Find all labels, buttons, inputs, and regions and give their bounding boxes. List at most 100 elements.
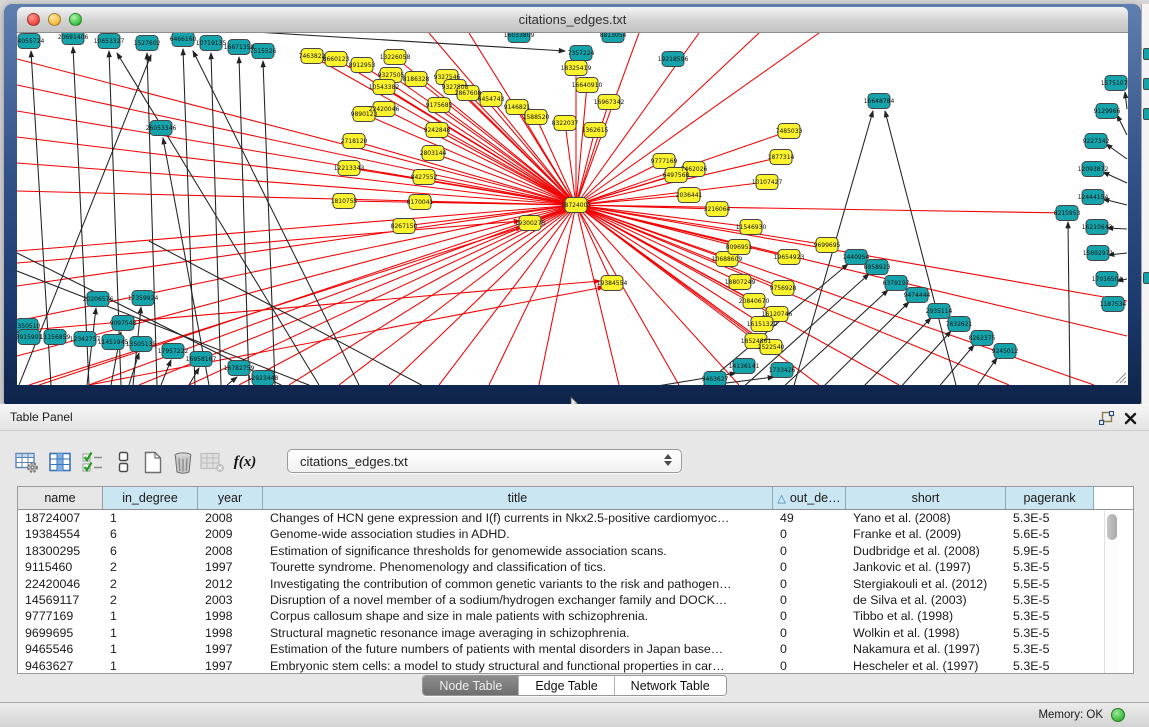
close-panel-button[interactable] <box>1121 409 1139 427</box>
table-cell[interactable]: 5.5E-5 <box>1006 576 1094 592</box>
network-canvas[interactable]: 1405572420691406106533271527602646616010… <box>17 33 1128 385</box>
table-cell[interactable]: 2012 <box>198 576 263 592</box>
table-cell[interactable]: 2 <box>103 576 198 592</box>
table-cell[interactable]: 9115460 <box>18 559 103 575</box>
table-cell[interactable]: 5.6E-5 <box>1006 526 1094 542</box>
table-cell[interactable]: Estimation of significance thresholds fo… <box>263 543 773 559</box>
table-cell[interactable]: Genome-wide association studies in ADHD. <box>263 526 773 542</box>
table-cell[interactable]: Disruption of a novel member of a sodium… <box>263 592 773 608</box>
table-cell[interactable]: de Silva et al. (2003) <box>846 592 1006 608</box>
table-cell[interactable]: 0 <box>773 625 846 641</box>
table-cell[interactable]: 14569117 <box>18 592 103 608</box>
table-cell[interactable]: Tourette syndrome. Phenomenology and cla… <box>263 559 773 575</box>
table-cell[interactable]: 2008 <box>198 510 263 526</box>
resize-grip-icon[interactable] <box>1113 370 1127 384</box>
column-header-name[interactable]: name <box>18 487 103 509</box>
table-cell[interactable]: 1 <box>103 608 198 624</box>
graph-edge[interactable] <box>576 33 819 205</box>
table-cell[interactable]: 0 <box>773 641 846 657</box>
table-cell[interactable]: 5.3E-5 <box>1006 658 1094 674</box>
table-cell[interactable]: Estimation of the future numbers of pati… <box>263 641 773 657</box>
table-cell[interactable]: Jankovic et al. (1997) <box>846 559 1006 575</box>
tab-node-table[interactable]: Node Table <box>423 676 519 695</box>
graph-edge[interactable] <box>821 302 909 385</box>
table-cell[interactable]: 2009 <box>198 526 263 542</box>
graph-edge[interactable] <box>576 205 739 385</box>
graph-edge[interactable] <box>1106 144 1127 159</box>
graph-edge[interactable] <box>1103 172 1127 183</box>
table-cell[interactable]: Yano et al. (2008) <box>846 510 1006 526</box>
graph-edge[interactable] <box>339 205 576 385</box>
table-cell[interactable]: 9463627 <box>18 658 103 674</box>
table-row[interactable]: 1456911722003Disruption of a novel membe… <box>18 592 1133 608</box>
table-cell[interactable]: 5.3E-5 <box>1006 510 1094 526</box>
graph-edge[interactable] <box>117 53 319 385</box>
table-cell[interactable]: 1998 <box>198 608 263 624</box>
column-header-in_degree[interactable]: in_degree <box>103 487 198 509</box>
table-cell[interactable]: Tibbo et al. (1998) <box>846 608 1006 624</box>
table-cell[interactable]: 5.3E-5 <box>1006 608 1094 624</box>
table-cell[interactable]: 0 <box>773 543 846 559</box>
table-cell[interactable]: 5.3E-5 <box>1006 559 1094 575</box>
graph-edge[interactable] <box>1125 92 1127 109</box>
column-header-pagerank[interactable]: pagerank <box>1006 487 1094 509</box>
table-row[interactable]: 1938455462009Genome-wide association stu… <box>18 526 1133 542</box>
column-header-out_de[interactable]: △out_de… <box>773 487 846 509</box>
graph-edge[interactable] <box>263 61 275 385</box>
graph-edge[interactable] <box>89 287 604 385</box>
graph-edge[interactable] <box>17 59 576 205</box>
graph-edge[interactable] <box>937 345 974 385</box>
graph-edge[interactable] <box>227 377 237 385</box>
table-cell[interactable]: 2003 <box>198 592 263 608</box>
table-cell[interactable]: 2 <box>103 592 198 608</box>
graph-edge[interactable] <box>576 205 1094 385</box>
column-header-year[interactable]: year <box>198 487 263 509</box>
graph-edge[interactable] <box>147 53 157 385</box>
table-settings-button[interactable] <box>14 450 40 474</box>
graph-edge[interactable] <box>975 358 997 385</box>
graph-edge[interactable] <box>885 111 957 385</box>
table-cell[interactable]: 9699695 <box>18 625 103 641</box>
table-cell[interactable]: 5.3E-5 <box>1006 641 1094 657</box>
graph-edge[interactable] <box>17 205 576 286</box>
graph-edge[interactable] <box>17 221 520 263</box>
table-cell[interactable]: 18300295 <box>18 543 103 559</box>
table-cell[interactable]: 1997 <box>198 641 263 657</box>
table-cell[interactable]: Dudbridge et al. (2008) <box>846 543 1006 559</box>
table-row[interactable]: 1872400712008Changes of HCN gene express… <box>18 510 1133 526</box>
table-cell[interactable]: 1 <box>103 658 198 674</box>
table-cell[interactable]: Nakamura et al. (1997) <box>846 641 1006 657</box>
table-cell[interactable]: 1997 <box>198 658 263 674</box>
network-window-titlebar[interactable]: citations_edges.txt <box>17 7 1128 33</box>
scrollbar-thumb[interactable] <box>1107 514 1117 540</box>
table-cell[interactable]: 6 <box>103 526 198 542</box>
table-cell[interactable]: Changes of HCN gene expression and I(f) … <box>263 510 773 526</box>
table-row[interactable]: 1830029562008Estimation of significance … <box>18 543 1133 559</box>
table-cell[interactable]: 2008 <box>198 543 263 559</box>
table-cell[interactable]: 0 <box>773 559 846 575</box>
table-scrollbar[interactable] <box>1104 511 1119 673</box>
float-panel-button[interactable] <box>1097 409 1115 427</box>
graph-edge[interactable] <box>539 205 576 385</box>
table-cell[interactable]: 0 <box>773 526 846 542</box>
table-cell[interactable]: 5.3E-5 <box>1006 625 1094 641</box>
table-cell[interactable]: 22420046 <box>18 576 103 592</box>
table-cell[interactable]: 1997 <box>198 559 263 575</box>
table-cell[interactable]: 18724007 <box>18 510 103 526</box>
select-rows-button[interactable] <box>80 450 106 474</box>
table-cell[interactable]: 9465546 <box>18 641 103 657</box>
table-cell[interactable]: 0 <box>773 658 846 674</box>
delete-table-button[interactable] <box>200 450 226 474</box>
graph-edge[interactable] <box>211 53 221 385</box>
show-columns-button[interactable] <box>48 450 74 474</box>
table-row[interactable]: 977716911998Corpus callosum shape and si… <box>18 608 1133 624</box>
table-cell[interactable]: Wolkin et al. (1998) <box>846 625 1006 641</box>
graph-edge[interactable] <box>781 290 888 385</box>
graph-edge[interactable] <box>576 182 767 205</box>
table-cell[interactable]: 9777169 <box>18 608 103 624</box>
delete-column-button[interactable] <box>170 450 196 474</box>
table-row[interactable]: 946554611997Estimation of the future num… <box>18 641 1133 657</box>
column-header-title[interactable]: title <box>263 487 773 509</box>
table-cell[interactable]: 0 <box>773 608 846 624</box>
function-builder-button[interactable]: f(x) <box>232 450 258 474</box>
